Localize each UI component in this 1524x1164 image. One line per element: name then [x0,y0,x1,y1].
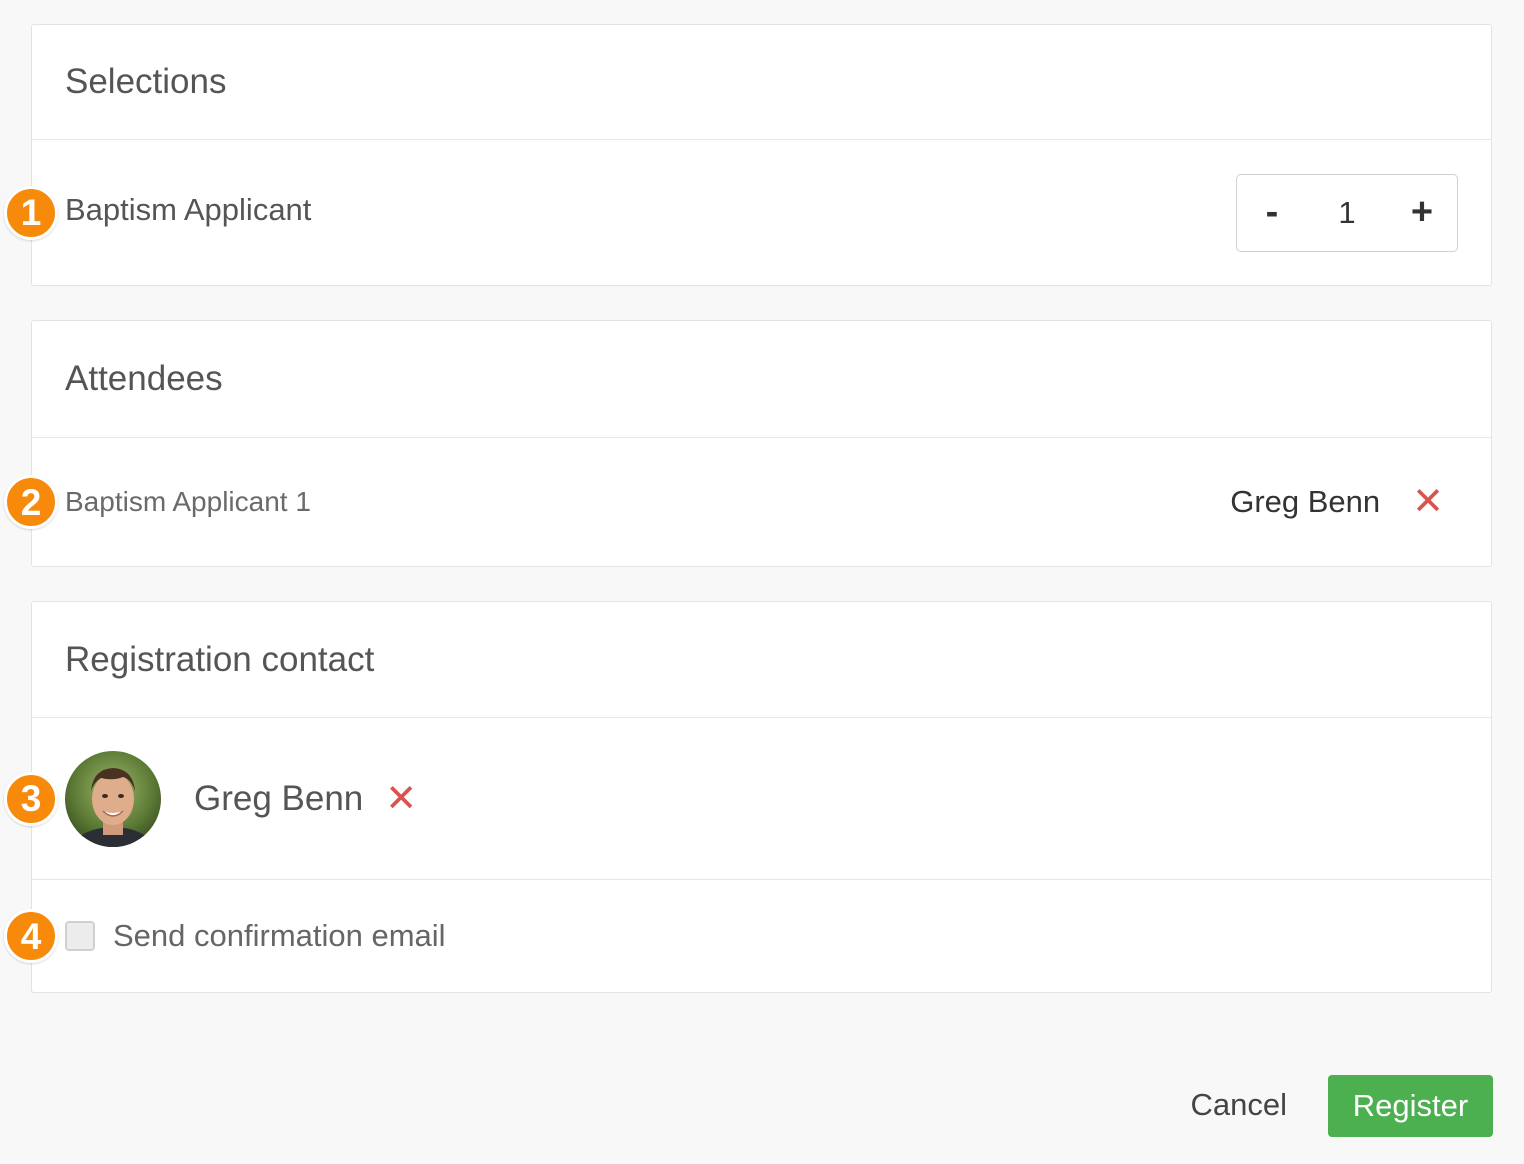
registration-contact-card: Registration contact 3 Greg Benn ✕ 4 Sen… [4,601,1492,993]
register-button[interactable]: Register [1328,1075,1493,1137]
attendee-name: Greg Benn [1230,484,1381,519]
avatar-photo-icon [65,750,161,847]
selections-title: Selections [65,62,227,101]
confirmation-row: 4 Send confirmation email [4,880,1491,992]
send-confirmation-checkbox[interactable] [65,921,95,951]
increment-button[interactable]: + [1409,191,1435,234]
step-badge-1: 1 [4,185,58,240]
attendees-title: Attendees [65,359,223,398]
decrement-button[interactable]: - [1259,191,1285,234]
remove-contact-icon[interactable]: ✕ [385,780,417,818]
attendee-slot-label: Baptism Applicant 1 [65,486,311,517]
quantity-value: 1 [1338,194,1356,230]
avatar [65,750,161,847]
cancel-button[interactable]: Cancel [1191,1087,1288,1123]
selection-row: 1 Baptism Applicant - 1 + [4,140,1491,285]
attendees-header: Attendees [32,321,1491,438]
selections-header: Selections [32,25,1491,140]
step-badge-2: 2 [4,475,58,529]
remove-attendee-icon[interactable]: ✕ [1412,483,1444,521]
attendee-row: 2 Baptism Applicant 1 Greg Benn ✕ [4,438,1491,566]
selection-label: Baptism Applicant [65,191,312,227]
step-badge-3: 3 [4,771,58,826]
send-confirmation-label[interactable]: Send confirmation email [113,918,446,954]
attendees-card: Attendees 2 Baptism Applicant 1 Greg Ben… [4,320,1492,567]
attendee-assignment: Greg Benn ✕ [1230,483,1458,521]
contact-row: 3 Greg Benn ✕ [4,718,1491,880]
selections-card: Selections 1 Baptism Applicant - 1 + [4,24,1492,286]
quantity-stepper: - 1 + [1236,173,1458,252]
step-badge-4: 4 [4,909,58,963]
registration-contact-header: Registration contact [32,602,1491,718]
registration-contact-title: Registration contact [65,639,375,679]
contact-name: Greg Benn [194,778,364,818]
